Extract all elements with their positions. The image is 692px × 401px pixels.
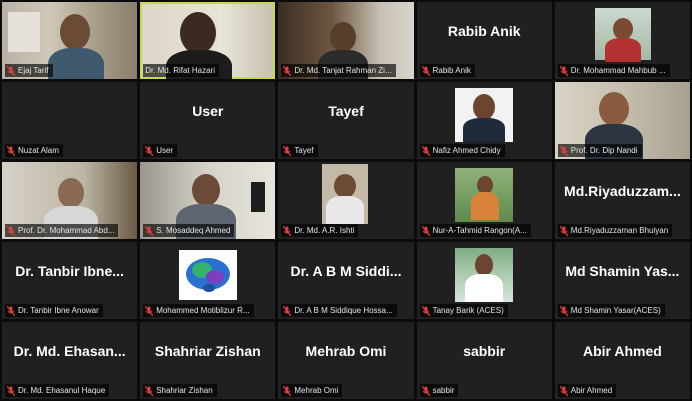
participant-display-name: Abir Ahmed bbox=[582, 343, 662, 360]
muted-mic-icon bbox=[421, 65, 431, 76]
participant-tile-25[interactable]: Abir Ahmed Abir Ahmed bbox=[554, 322, 690, 399]
muted-mic-icon bbox=[559, 305, 569, 316]
participant-name-label: Dr. Mohammad Mahbub ... bbox=[557, 64, 670, 77]
participant-photo bbox=[454, 88, 513, 142]
participant-photo bbox=[322, 164, 369, 224]
muted-mic-icon bbox=[559, 385, 569, 396]
muted-mic-icon bbox=[282, 65, 292, 76]
brain-avatar-icon bbox=[178, 250, 237, 300]
participant-photo bbox=[454, 248, 513, 302]
participant-name-label: Ejaj Tarif bbox=[5, 64, 53, 77]
participant-name-label: Nuzat Alam bbox=[5, 144, 63, 157]
muted-mic-icon bbox=[421, 385, 431, 396]
participant-tile-active-speaker[interactable]: Dr. Md. Rifat Hazari bbox=[140, 2, 276, 79]
participant-tile-16[interactable]: Dr. Tanbir Ibne... Dr. Tanbir Ibne Anowa… bbox=[2, 242, 138, 319]
participant-display-name: Tayef bbox=[328, 103, 364, 120]
participant-name-label: Dr. Md. Rifat Hazari bbox=[143, 64, 219, 77]
participant-name-label: Mehrab Omi bbox=[281, 384, 343, 397]
muted-mic-icon bbox=[6, 305, 16, 316]
participant-name-label: Md Shamin Yasar(ACES) bbox=[557, 304, 665, 317]
participant-name-label: Dr. Md. Tanjat Rahman Zi... bbox=[281, 64, 396, 77]
participant-display-name: Shahriar Zishan bbox=[154, 343, 261, 360]
participant-tile-3[interactable]: Dr. Md. Tanjat Rahman Zi... bbox=[278, 2, 414, 79]
participant-tile-17[interactable]: Mohammed Motiblizur R... bbox=[140, 242, 276, 319]
participant-tile-7[interactable]: User User bbox=[140, 82, 276, 159]
participant-tile-20[interactable]: Md Shamin Yas... Md Shamin Yasar(ACES) bbox=[554, 242, 690, 319]
participant-tile-10[interactable]: Prof. Dr. Dip Nandi bbox=[554, 82, 690, 159]
muted-mic-icon bbox=[144, 145, 154, 156]
participant-name-label: User bbox=[143, 144, 178, 157]
muted-mic-icon bbox=[6, 65, 16, 76]
muted-mic-icon bbox=[6, 385, 16, 396]
muted-mic-icon bbox=[559, 65, 569, 76]
participant-tile-5[interactable]: Dr. Mohammad Mahbub ... bbox=[554, 2, 690, 79]
participant-video bbox=[594, 8, 651, 62]
participant-name-label: Shahriar Zishan bbox=[143, 384, 217, 397]
participant-display-name: User bbox=[192, 103, 224, 120]
muted-mic-icon bbox=[282, 385, 292, 396]
participant-photo bbox=[454, 168, 513, 222]
participant-tile-11[interactable]: Prof. Dr. Mohammad Abd... bbox=[2, 162, 138, 239]
participant-name-label: Dr. A B M Siddique Hossa... bbox=[281, 304, 397, 317]
participant-tile-23[interactable]: Mehrab Omi Mehrab Omi bbox=[278, 322, 414, 399]
participant-display-name: Mehrab Omi bbox=[305, 343, 387, 360]
muted-mic-icon bbox=[559, 225, 569, 236]
participant-display-name: sabbir bbox=[463, 343, 506, 360]
muted-mic-icon bbox=[421, 145, 431, 156]
participant-tile-19[interactable]: Tanay Barik (ACES) bbox=[416, 242, 552, 319]
participant-tile-18[interactable]: Dr. A B M Siddi... Dr. A B M Siddique Ho… bbox=[278, 242, 414, 319]
muted-mic-icon bbox=[144, 385, 154, 396]
participant-name-label: Dr. Md. Ehasanul Haque bbox=[5, 384, 110, 397]
participant-name-label: Rabib Anik bbox=[419, 64, 475, 77]
participant-tile-6[interactable]: Nuzat Alam bbox=[2, 82, 138, 159]
participant-tile-1[interactable]: Ejaj Tarif bbox=[2, 2, 138, 79]
participant-display-name: Dr. Md. Ehasan... bbox=[13, 343, 126, 360]
participant-tile-4[interactable]: Rabib Anik Rabib Anik bbox=[416, 2, 552, 79]
muted-mic-icon bbox=[282, 305, 292, 316]
participant-tile-22[interactable]: Shahriar Zishan Shahriar Zishan bbox=[140, 322, 276, 399]
participant-name-label: Nafiz Ahmed Chidy bbox=[419, 144, 505, 157]
participant-name-label: Mohammed Motiblizur R... bbox=[143, 304, 254, 317]
muted-mic-icon bbox=[144, 305, 154, 316]
participant-display-name: Md Shamin Yas... bbox=[565, 263, 680, 280]
participant-tile-21[interactable]: Dr. Md. Ehasan... Dr. Md. Ehasanul Haque bbox=[2, 322, 138, 399]
participant-name-label: Dr. Tanbir Ibne Anowar bbox=[5, 304, 103, 317]
participant-display-name: Dr. A B M Siddi... bbox=[290, 263, 402, 280]
muted-mic-icon bbox=[421, 305, 431, 316]
participant-display-name: Dr. Tanbir Ibne... bbox=[15, 263, 124, 280]
participant-name-label: Nur-A-Tahmid Rangon(A... bbox=[419, 224, 531, 237]
participant-name-label: Tayef bbox=[281, 144, 318, 157]
muted-mic-icon bbox=[6, 145, 16, 156]
participant-tile-8[interactable]: Tayef Tayef bbox=[278, 82, 414, 159]
participant-name-label: Prof. Dr. Mohammad Abd... bbox=[5, 224, 119, 237]
muted-mic-icon bbox=[282, 145, 292, 156]
participant-display-name: Rabib Anik bbox=[447, 23, 521, 40]
participant-name-label: sabbir bbox=[419, 384, 459, 397]
muted-mic-icon bbox=[421, 225, 431, 236]
participant-tile-13[interactable]: Dr. Md. A.R. Ishti bbox=[278, 162, 414, 239]
participant-display-name: Md.Riyaduzzam... bbox=[564, 183, 681, 200]
participant-name-label: Dr. Md. A.R. Ishti bbox=[281, 224, 359, 237]
participant-name-label: Md.Riyaduzzaman Bhuiyan bbox=[557, 224, 673, 237]
participant-gallery: Ejaj Tarif Dr. Md. Rifat Hazari Dr. Md. … bbox=[2, 2, 690, 399]
participant-tile-12[interactable]: S. Mosaddeq Ahmed bbox=[140, 162, 276, 239]
muted-mic-icon bbox=[282, 225, 292, 236]
participant-name-label: Prof. Dr. Dip Nandi bbox=[557, 144, 642, 157]
participant-name-label: Tanay Barik (ACES) bbox=[419, 304, 508, 317]
muted-mic-icon bbox=[144, 225, 154, 236]
participant-name-label: Abir Ahmed bbox=[557, 384, 617, 397]
muted-mic-icon bbox=[559, 145, 569, 156]
participant-tile-9[interactable]: Nafiz Ahmed Chidy bbox=[416, 82, 552, 159]
participant-tile-15[interactable]: Md.Riyaduzzam... Md.Riyaduzzaman Bhuiyan bbox=[554, 162, 690, 239]
participant-tile-14[interactable]: Nur-A-Tahmid Rangon(A... bbox=[416, 162, 552, 239]
participant-tile-24[interactable]: sabbir sabbir bbox=[416, 322, 552, 399]
muted-mic-icon bbox=[6, 225, 16, 236]
participant-name-label: S. Mosaddeq Ahmed bbox=[143, 224, 235, 237]
